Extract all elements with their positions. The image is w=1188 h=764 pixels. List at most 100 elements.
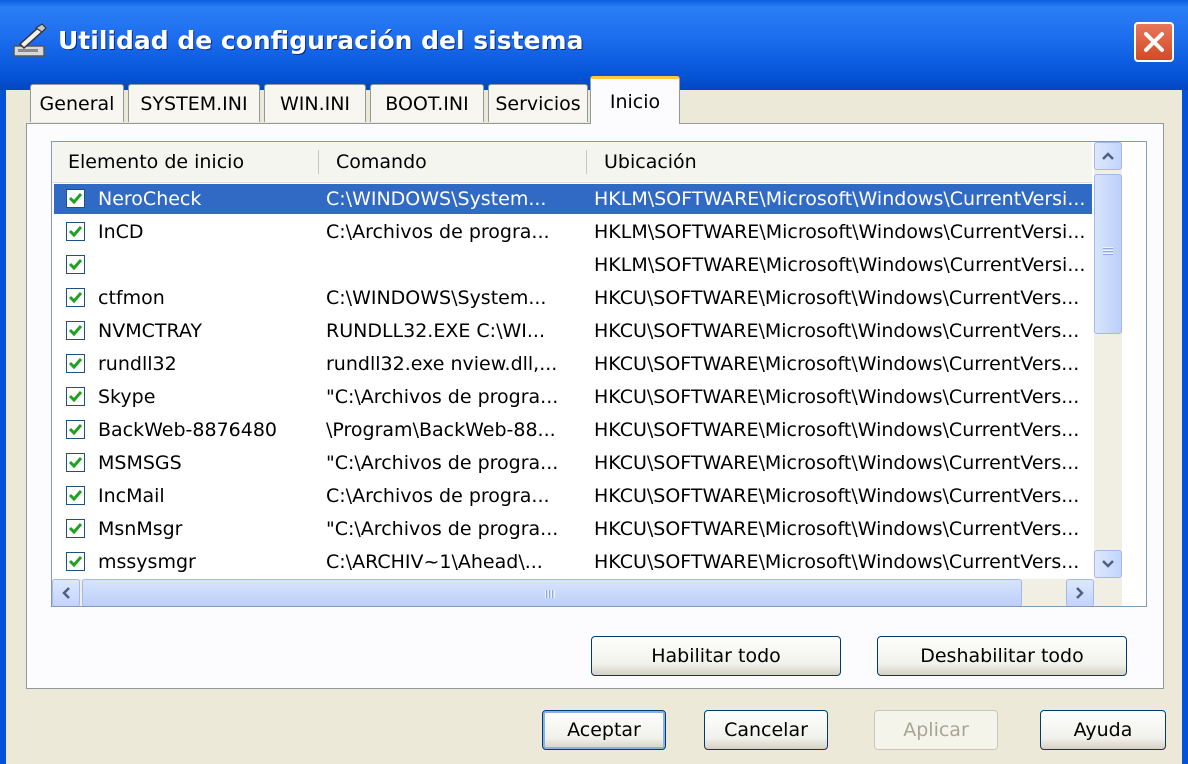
startup-item-row[interactable]: mssysmgr C:\ARCHIV~1\Ahead\... HKCU\SOFTWA… [54, 547, 1092, 577]
startup-item-location: HKCU\SOFTWARE\Microsoft\Windows\CurrentV… [594, 452, 1080, 474]
startup-item-row[interactable]: rundll32 rundll32.exe nview.dll,... HKCU\S… [54, 349, 1092, 379]
startup-item-checkbox[interactable] [66, 453, 85, 472]
startup-item-checkbox[interactable] [66, 519, 85, 538]
tab-win-ini[interactable]: WIN.INI [264, 84, 366, 122]
startup-item-location: HKCU\SOFTWARE\Microsoft\Windows\CurrentV… [594, 386, 1080, 408]
startup-item-command: RUNDLL32.EXE C:\WI... [326, 320, 545, 342]
startup-item-checkbox[interactable] [66, 486, 85, 505]
startup-item-checkbox[interactable] [66, 354, 85, 373]
startup-item-checkbox[interactable] [66, 420, 85, 439]
startup-item-row[interactable]: Skype "C:\Archivos de progra... HKCU\SOFTW… [54, 382, 1092, 412]
startup-item-name: InCD [98, 221, 144, 243]
horizontal-scroll-thumb[interactable] [82, 579, 1022, 606]
checkmark-icon [68, 457, 83, 469]
startup-item-command: \Program\BackWeb-88... [326, 419, 556, 441]
vertical-scroll-thumb[interactable] [1094, 174, 1122, 334]
startup-item-name: Skype [98, 386, 156, 408]
checkmark-icon [68, 292, 83, 304]
apply-button[interactable]: Aplicar [874, 710, 998, 750]
button-label: Deshabilitar todo [920, 645, 1084, 667]
tab-servicios[interactable]: Servicios [488, 84, 588, 122]
column-header-location[interactable]: Ubicación [588, 142, 1092, 182]
msconfig-app-icon [13, 23, 47, 57]
horizontal-scrollbar[interactable] [52, 579, 1122, 606]
list-header: Elemento de inicio Comando Ubicación [52, 142, 1092, 183]
tab-system-ini[interactable]: SYSTEM.INI [128, 84, 260, 122]
checkmark-icon [68, 556, 83, 568]
column-divider[interactable] [318, 150, 319, 174]
scroll-left-button[interactable] [52, 579, 80, 606]
startup-item-command: "C:\Archivos de progra... [326, 518, 559, 540]
startup-item-command: C:\WINDOWS\System... [326, 188, 547, 210]
button-label: Aceptar [567, 719, 641, 741]
startup-item-row[interactable]: MSMSGS "C:\Archivos de progra... HKCU\SOFT… [54, 448, 1092, 478]
startup-item-row[interactable]: NeroCheck C:\WINDOWS\System... HKLM\SOFTWA… [54, 184, 1092, 214]
column-header-startup-item[interactable]: Elemento de inicio [52, 142, 318, 182]
startup-item-row[interactable]: ctfmon C:\WINDOWS\System... HKCU\SOFTWARE\… [54, 283, 1092, 313]
scrollbar-corner [1094, 579, 1122, 606]
startup-item-checkbox[interactable] [66, 189, 85, 208]
tab-label: WIN.INI [279, 92, 351, 115]
startup-item-command: C:\ARCHIV~1\Ahead\... [326, 551, 543, 573]
startup-item-name: MsnMsgr [98, 518, 183, 540]
checkmark-icon [68, 226, 83, 238]
startup-item-row[interactable]: IncMail C:\Archivos de progra... HKCU\SOFT… [54, 481, 1092, 511]
enable-all-button[interactable]: Habilitar todo [591, 636, 841, 676]
startup-item-checkbox[interactable] [66, 321, 85, 340]
startup-item-row[interactable]: MsnMsgr "C:\Archivos de progra... HKCU\SOF… [54, 514, 1092, 544]
startup-item-command: C:\Archivos de progra... [326, 485, 550, 507]
startup-item-checkbox[interactable] [66, 288, 85, 307]
checkmark-icon [68, 523, 83, 535]
column-header-command[interactable]: Comando [320, 142, 586, 182]
startup-item-checkbox[interactable] [66, 552, 85, 571]
checkmark-icon [68, 490, 83, 502]
startup-item-name: NVMCTRAY [98, 320, 203, 342]
button-label: Habilitar todo [651, 645, 781, 667]
scroll-up-button[interactable] [1094, 142, 1122, 170]
ok-button[interactable]: Aceptar [542, 710, 666, 750]
help-button[interactable]: Ayuda [1040, 710, 1166, 750]
startup-item-location: HKLM\SOFTWARE\Microsoft\Windows\CurrentV… [594, 221, 1086, 243]
startup-item-name: ctfmon [98, 287, 165, 309]
startup-item-location: HKLM\SOFTWARE\Microsoft\Windows\CurrentV… [594, 254, 1086, 276]
startup-item-command: C:\WINDOWS\System... [326, 287, 547, 309]
startup-item-checkbox[interactable] [66, 255, 85, 274]
tab-label: Servicios [495, 92, 581, 115]
button-label: Cancelar [724, 719, 808, 741]
tab-general[interactable]: General [30, 84, 124, 122]
startup-item-row[interactable]: BackWeb-8876480 \Program\BackWeb-88... HKC… [54, 415, 1092, 445]
startup-item-name: rundll32 [98, 353, 177, 375]
startup-item-row[interactable]: HKLM\SOFTWARE\Microsoft\Windows\CurrentV… [54, 250, 1092, 280]
disable-all-button[interactable]: Deshabilitar todo [877, 636, 1127, 676]
startup-item-location: HKCU\SOFTWARE\Microsoft\Windows\CurrentV… [594, 320, 1080, 342]
button-label: Ayuda [1073, 719, 1133, 741]
tab-inicio[interactable]: Inicio [590, 76, 680, 124]
scroll-right-button[interactable] [1066, 579, 1094, 606]
startup-item-checkbox[interactable] [66, 387, 85, 406]
startup-item-row[interactable]: InCD C:\Archivos de progra... HKLM\SOFTWAR… [54, 217, 1092, 247]
startup-tab-panel: Elemento de inicio Comando Ubicación Ner… [26, 123, 1164, 689]
system-config-window: Utilidad de configuración del sistema Ge… [0, 0, 1188, 764]
close-button[interactable] [1134, 22, 1174, 62]
startup-item-name: MSMSGS [98, 452, 182, 474]
checkmark-icon [68, 325, 83, 337]
cancel-button[interactable]: Cancelar [704, 710, 828, 750]
column-divider[interactable] [586, 150, 587, 174]
tab-label: BOOT.INI [385, 92, 469, 115]
vertical-scrollbar[interactable] [1094, 142, 1122, 579]
chevron-up-icon [1102, 152, 1114, 160]
tab-label: Inicio [609, 90, 661, 113]
startup-item-location: HKCU\SOFTWARE\Microsoft\Windows\CurrentV… [594, 551, 1080, 573]
scroll-down-button[interactable] [1094, 550, 1122, 578]
checkmark-icon [68, 424, 83, 436]
startup-item-name: IncMail [98, 485, 165, 507]
startup-item-checkbox[interactable] [66, 222, 85, 241]
startup-items-list[interactable]: Elemento de inicio Comando Ubicación Ner… [51, 141, 1147, 607]
tab-boot-ini[interactable]: BOOT.INI [370, 84, 484, 122]
close-icon [1144, 32, 1164, 52]
window-title: Utilidad de configuración del sistema [58, 26, 584, 55]
startup-item-command: "C:\Archivos de progra... [326, 386, 559, 408]
startup-item-row[interactable]: NVMCTRAY RUNDLL32.EXE C:\WI... HKCU\SOFTWA… [54, 316, 1092, 346]
chevron-down-icon [1102, 560, 1114, 568]
startup-item-command: "C:\Archivos de progra... [326, 452, 559, 474]
